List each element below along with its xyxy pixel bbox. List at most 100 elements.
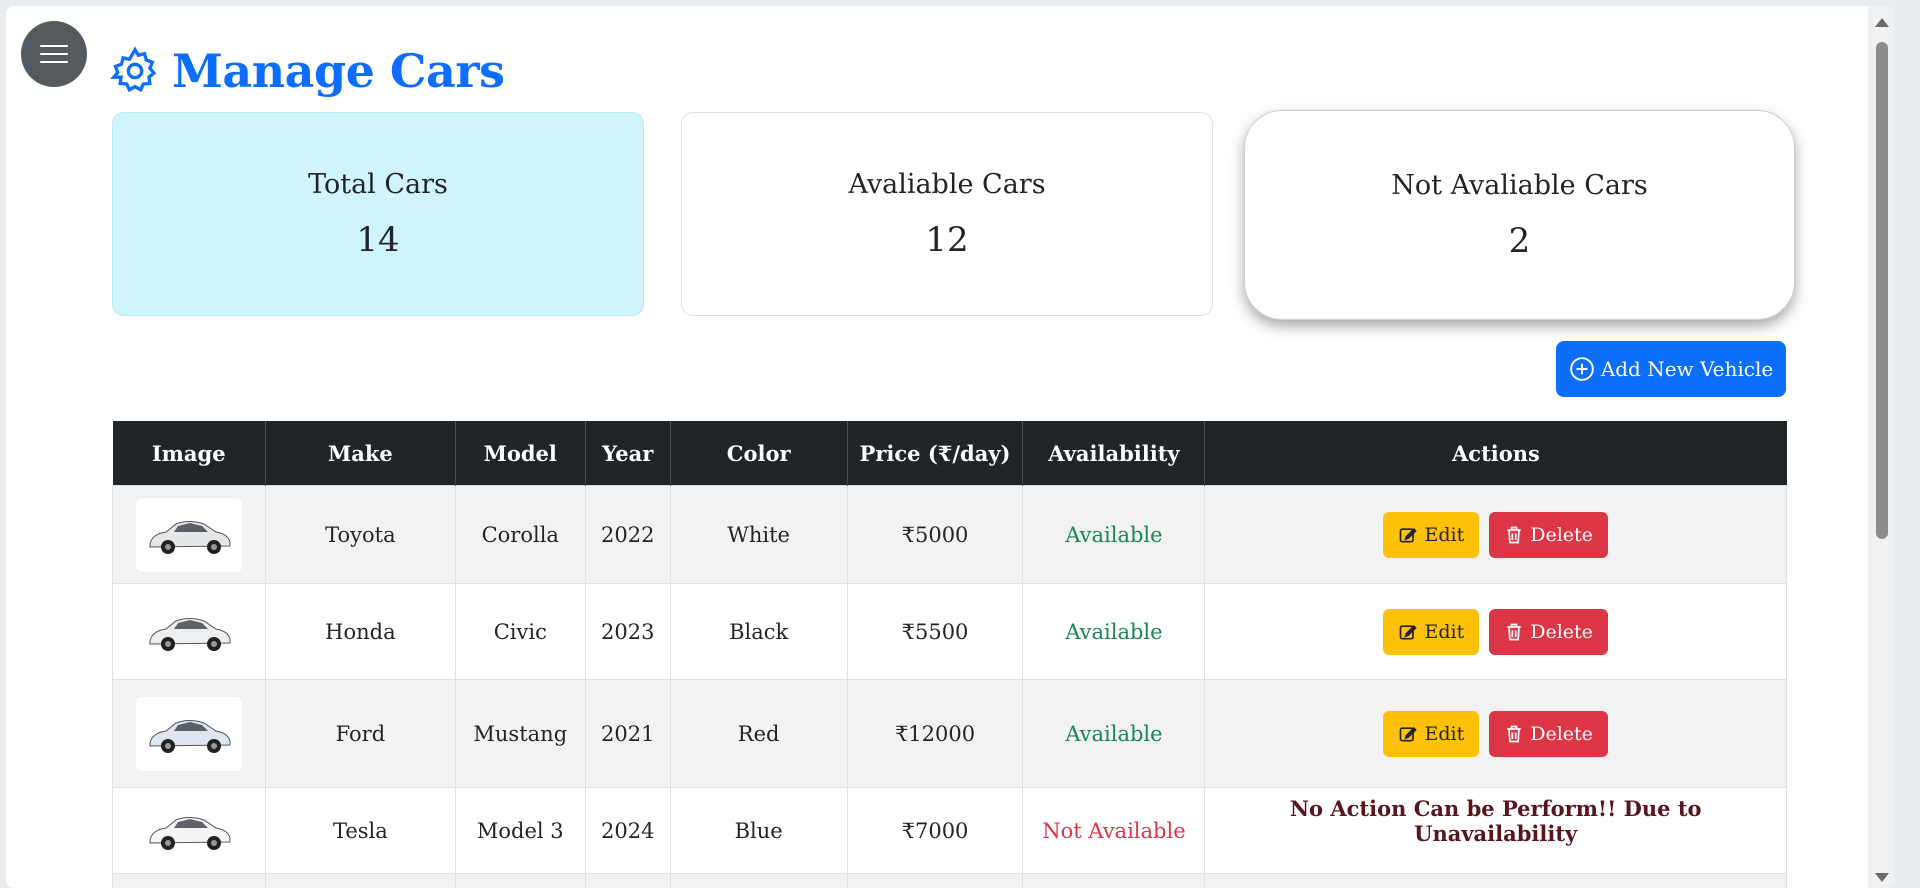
make-cell: Ford: [264, 679, 456, 788]
car-image: [149, 617, 231, 651]
edit-icon: [1400, 527, 1418, 542]
scroll-down-arrow-icon[interactable]: [1875, 873, 1889, 882]
delete-label: Delete: [1530, 620, 1593, 643]
image-cell: [112, 485, 266, 584]
image-cell: [584, 873, 671, 888]
year-cell: 2023: [584, 583, 671, 680]
column-header: Color: [670, 421, 848, 486]
add-new-vehicle-button[interactable]: Add New Vehicle: [1556, 341, 1786, 397]
image-cell: [112, 873, 266, 888]
table-row: Toyota Corolla 2022 White ₹5000 Availabl…: [112, 485, 1787, 584]
no-action-message: No Action Can be Perform!! Due to Unavai…: [1289, 795, 1702, 846]
year-cell: 2021: [584, 679, 671, 788]
actions-cell: Edit Delete: [1204, 679, 1787, 788]
available-cars-value: 12: [925, 219, 969, 260]
car-thumbnail: [135, 497, 242, 572]
price-cell: ₹5000: [846, 485, 1024, 584]
table-header-row: Image Make Model Year Color Price (₹/day…: [112, 421, 1787, 486]
color-cell: Black: [669, 583, 848, 680]
edit-button[interactable]: Edit: [1383, 710, 1480, 757]
gear-icon: [110, 46, 157, 93]
total-cars-value: 14: [356, 219, 400, 260]
column-header: Year: [585, 421, 671, 486]
hamburger-icon: [40, 39, 68, 69]
edit-label: Edit: [1424, 620, 1465, 643]
not-available-cars-value: 2: [1508, 220, 1531, 261]
trash-icon: [1507, 623, 1521, 640]
edit-icon: [1400, 726, 1418, 741]
make-cell: Honda: [264, 583, 456, 680]
page-title: Manage Cars: [110, 44, 505, 98]
actions-cell: Edit Delete: [1204, 485, 1787, 584]
image-cell: [1022, 873, 1206, 888]
actions-cell: No Action Can be Perform!! Due to Unavai…: [1204, 787, 1787, 874]
trash-icon: [1507, 725, 1521, 742]
column-header: Image: [112, 421, 266, 486]
image-cell: [1204, 873, 1787, 888]
not-available-cars-card: Not Avaliable Cars 2: [1244, 110, 1795, 320]
column-header: Model: [455, 421, 586, 486]
total-cars-card: Total Cars 14: [112, 112, 644, 316]
color-cell: White: [669, 485, 848, 584]
trash-icon: [1507, 526, 1521, 543]
color-cell: Blue: [669, 787, 848, 874]
year-cell: 2022: [584, 485, 671, 584]
car-thumbnail: [135, 594, 242, 669]
color-cell: Red: [669, 679, 848, 788]
image-cell: [264, 873, 456, 888]
edit-label: Edit: [1424, 722, 1465, 745]
car-image: [149, 520, 231, 554]
table-row: Ford Mustang 2021 Red ₹12000 Available E…: [112, 679, 1787, 788]
table-row: [112, 873, 1787, 888]
edit-button[interactable]: Edit: [1383, 608, 1480, 655]
model-cell: Civic: [454, 583, 586, 680]
availability-cell: Available: [1022, 485, 1206, 584]
table-row: Tesla Model 3 2024 Blue ₹7000 Not Availa…: [112, 787, 1787, 874]
scrollbar-thumb[interactable]: [1876, 42, 1888, 539]
model-cell: Model 3: [454, 787, 586, 874]
column-header: Make: [265, 421, 456, 486]
delete-button[interactable]: Delete: [1489, 511, 1608, 558]
image-cell: [112, 679, 266, 788]
vertical-scrollbar[interactable]: [1868, 6, 1894, 888]
car-thumbnail: [135, 793, 242, 868]
available-cars-card: Avaliable Cars 12: [681, 112, 1213, 316]
make-cell: Toyota: [264, 485, 456, 584]
make-cell: Tesla: [264, 787, 456, 874]
menu-toggle-button[interactable]: [21, 21, 87, 87]
scroll-up-arrow-icon[interactable]: [1875, 18, 1889, 27]
edit-button[interactable]: Edit: [1383, 511, 1480, 558]
page-title-text: Manage Cars: [172, 44, 505, 98]
column-header: Price (₹/day): [847, 421, 1024, 486]
availability-cell: Available: [1022, 583, 1206, 680]
image-cell: [669, 873, 848, 888]
car-image: [149, 816, 231, 850]
price-cell: ₹12000: [846, 679, 1024, 788]
column-header: Availability: [1022, 421, 1206, 486]
add-new-vehicle-label: Add New Vehicle: [1600, 357, 1774, 381]
image-cell: [112, 583, 266, 680]
delete-button[interactable]: Delete: [1489, 608, 1608, 655]
availability-cell: Not Available: [1022, 787, 1206, 874]
column-header: Actions: [1204, 421, 1787, 486]
table-row: Honda Civic 2023 Black ₹5500 Available E…: [112, 583, 1787, 680]
edit-icon: [1400, 624, 1418, 639]
delete-label: Delete: [1530, 722, 1593, 745]
car-image: [149, 719, 231, 753]
edit-label: Edit: [1424, 523, 1465, 546]
image-cell: [454, 873, 586, 888]
year-cell: 2024: [584, 787, 671, 874]
not-available-cars-label: Not Avaliable Cars: [1391, 169, 1648, 201]
model-cell: Mustang: [454, 679, 586, 788]
availability-cell: Available: [1022, 679, 1206, 788]
model-cell: Corolla: [454, 485, 586, 584]
delete-button[interactable]: Delete: [1489, 710, 1608, 757]
cars-table: Image Make Model Year Color Price (₹/day…: [112, 421, 1787, 888]
total-cars-label: Total Cars: [308, 168, 448, 200]
page-frame: Manage Cars Total Cars 14 Avaliable Cars…: [6, 6, 1894, 888]
image-cell: [112, 787, 266, 874]
delete-label: Delete: [1530, 523, 1593, 546]
plus-circle-icon: [1570, 357, 1594, 381]
actions-cell: Edit Delete: [1204, 583, 1787, 680]
price-cell: ₹7000: [846, 787, 1024, 874]
